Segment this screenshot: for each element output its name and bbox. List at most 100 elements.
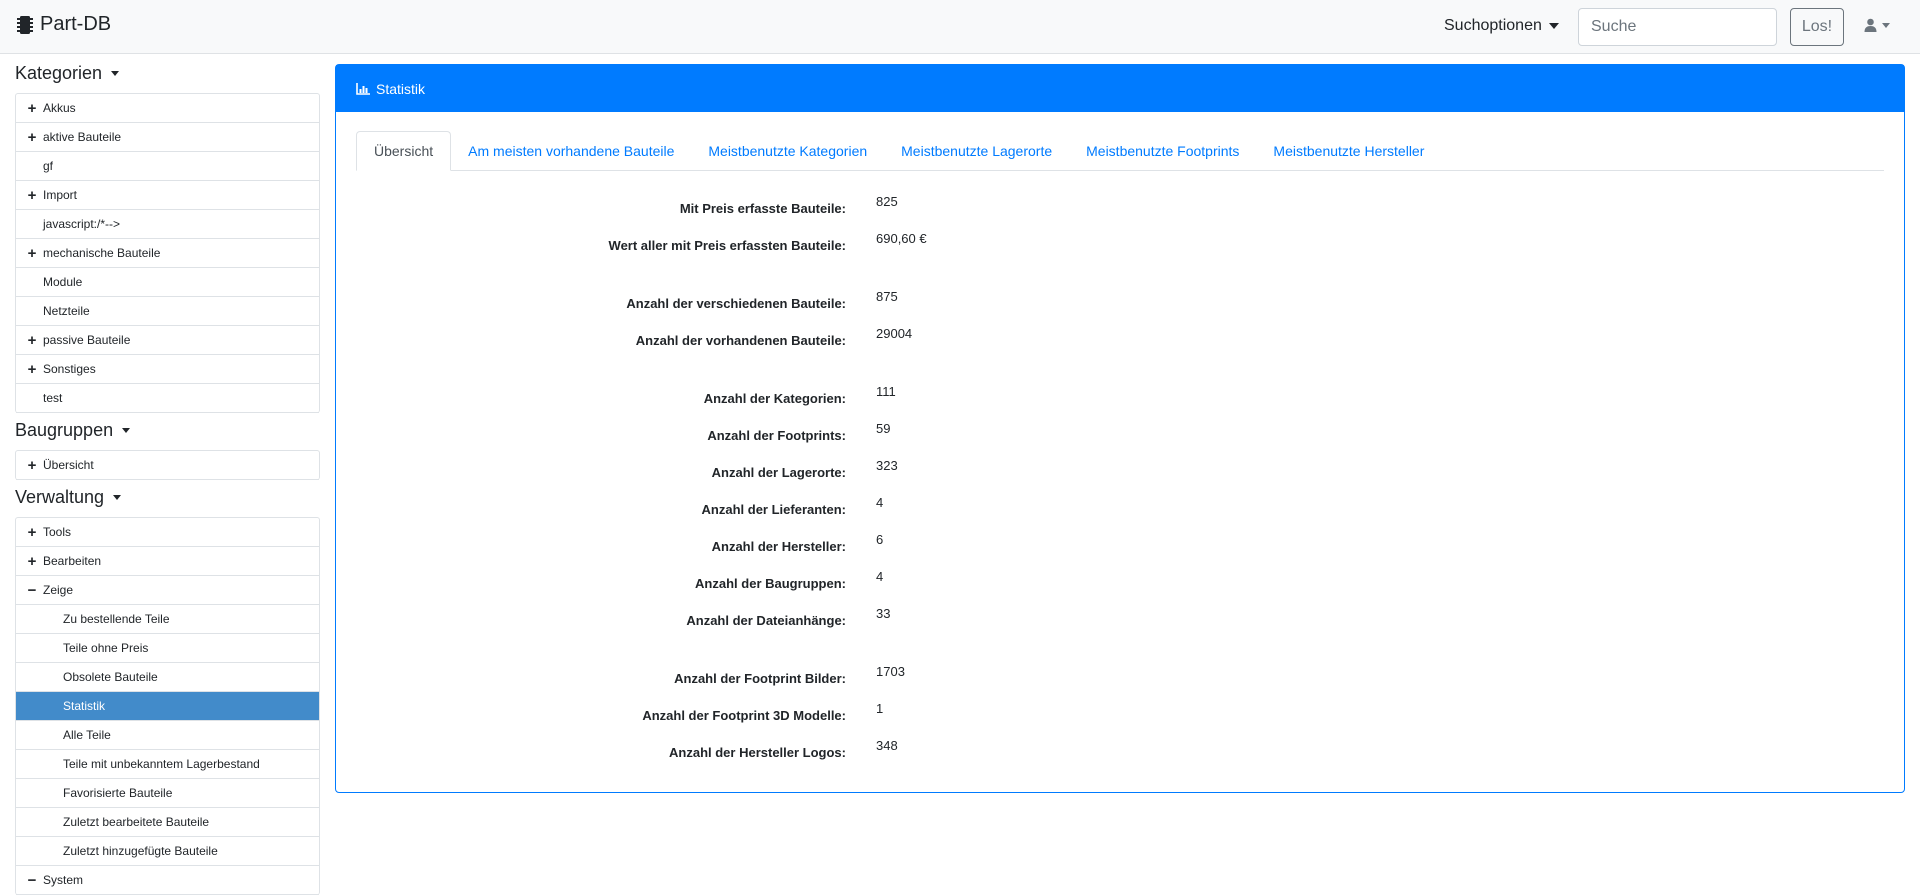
stat-value: 4 (876, 569, 884, 584)
brand-link[interactable]: Part-DB (16, 13, 111, 36)
tree-item-javascript[interactable]: javascript:/*--> (16, 210, 319, 239)
tree-item-label: Statistik (63, 699, 106, 713)
card-title: Statistik (376, 80, 426, 97)
tab-most-stocked-parts[interactable]: Am meisten vorhandene Bauteile (451, 131, 691, 171)
tree-item-label: aktive Bauteile (43, 130, 122, 144)
tree-item-label: Zuletzt bearbeitete Bauteile (63, 815, 210, 829)
tree-item-zuletzt-hinzugefuegt[interactable]: Zuletzt hinzugefügte Bauteile (16, 837, 319, 866)
tree-item-label: Favorisierte Bauteile (63, 786, 173, 800)
stat-label: Anzahl der Hersteller Logos: (669, 745, 846, 760)
caret-down-icon (1882, 22, 1890, 28)
search-submit-button[interactable]: Los! (1790, 8, 1844, 46)
caret-down-icon (1548, 23, 1559, 29)
tree-item-label: Tools (43, 525, 72, 539)
expand-icon[interactable]: + (26, 362, 38, 377)
stat-value: 875 (876, 289, 898, 304)
tree-item-netzteile[interactable]: Netzteile (16, 297, 319, 326)
user-menu-dropdown[interactable] (1864, 18, 1890, 32)
tree-item-label: Module (43, 275, 83, 289)
stat-label: Anzahl der vorhandenen Bauteile: (635, 333, 846, 348)
tree-item-sonstiges[interactable]: + Sonstiges (16, 355, 319, 384)
top-navbar: Part-DB Suchoptionen Los! (0, 0, 1920, 54)
administration-tree: + Tools + Bearbeiten − Zeige Zu bestellende… (15, 517, 320, 895)
stat-label: Anzahl der Footprint Bilder: (674, 671, 846, 686)
caret-down-icon (111, 71, 120, 76)
tree-item-obsolete-bauteile[interactable]: Obsolete Bauteile (16, 663, 319, 692)
user-icon (1864, 18, 1877, 32)
expand-icon[interactable]: + (26, 188, 38, 203)
tab-uebersicht[interactable]: Übersicht (356, 131, 452, 171)
stat-label: Anzahl der Hersteller: (711, 539, 846, 554)
tree-item-aktive-bauteile[interactable]: + aktive Bauteile (16, 123, 319, 152)
tree-item-passive-bauteile[interactable]: + passive Bauteile (16, 326, 319, 355)
tree-item-module[interactable]: Module (16, 268, 319, 297)
expand-icon[interactable]: + (26, 101, 38, 116)
tab-most-used-footprints[interactable]: Meistbenutzte Footprints (1069, 131, 1256, 171)
stat-label: Anzahl der Footprints: (707, 428, 846, 443)
stat-value: 825 (876, 194, 898, 209)
caret-down-icon (122, 428, 131, 433)
tree-item-label: passive Bauteile (43, 333, 131, 347)
tree-item-favorisierte-bauteile[interactable]: Favorisierte Bauteile (16, 779, 319, 808)
tree-item-mechanische-bauteile[interactable]: + mechanische Bauteile (16, 239, 319, 268)
tree-item-label: Akkus (43, 101, 76, 115)
tree-item-teile-ohne-preis[interactable]: Teile ohne Preis (16, 634, 319, 663)
tree-item-label: System (43, 873, 84, 887)
tab-most-used-manufacturers[interactable]: Meistbenutzte Hersteller (1256, 131, 1441, 171)
tab-most-used-storelocations[interactable]: Meistbenutzte Lagerorte (884, 131, 1069, 171)
tree-item-zu-bestellende-teile[interactable]: Zu bestellende Teile (16, 605, 319, 634)
tree-item-akkus[interactable]: + Akkus (16, 94, 319, 123)
stat-value: 348 (876, 738, 898, 753)
sidebar-section-administration[interactable]: Verwaltung (15, 487, 122, 508)
stat-label: Anzahl der verschiedenen Bauteile: (626, 296, 846, 311)
tree-item-label: Netzteile (43, 304, 90, 318)
sidebar-section-assemblies[interactable]: Baugruppen (15, 420, 131, 441)
expand-icon[interactable]: + (26, 525, 38, 540)
tree-item-test[interactable]: test (16, 384, 319, 413)
assemblies-tree: + Übersicht (15, 450, 320, 480)
stat-value: 690,60 € (876, 231, 927, 246)
tree-item-zeige[interactable]: − Zeige (16, 576, 319, 605)
collapse-icon[interactable]: − (26, 873, 38, 888)
tree-item-label: gf (43, 159, 54, 173)
card-header: Statistik (336, 65, 1904, 112)
section-title-label: Kategorien (15, 63, 103, 83)
tree-item-label: Import (43, 188, 78, 202)
collapse-icon[interactable]: − (26, 583, 38, 598)
tree-item-statistik[interactable]: Statistik (16, 692, 319, 721)
expand-icon[interactable]: + (26, 333, 38, 348)
tree-item-zuletzt-bearbeitet[interactable]: Zuletzt bearbeitete Bauteile (16, 808, 319, 837)
stat-value: 323 (876, 458, 898, 473)
stat-label: Anzahl der Kategorien: (703, 391, 846, 406)
sidebar-section-categories[interactable]: Kategorien (15, 63, 120, 84)
stat-label: Anzahl der Dateianhänge: (686, 613, 846, 628)
stat-value: 29004 (876, 326, 913, 341)
search-input[interactable] (1578, 8, 1777, 46)
stat-label: Anzahl der Lagerorte: (711, 465, 846, 480)
expand-icon[interactable]: + (26, 130, 38, 145)
tree-item-system[interactable]: − System (16, 866, 319, 895)
stat-label: Anzahl der Footprint 3D Modelle: (642, 708, 846, 723)
brand-name: Part-DB (40, 13, 112, 35)
tree-item-bearbeiten[interactable]: + Bearbeiten (16, 547, 319, 576)
expand-icon[interactable]: + (26, 246, 38, 261)
expand-icon[interactable]: + (26, 554, 38, 569)
tree-item-label: javascript:/*--> (43, 217, 121, 231)
tree-item-gf[interactable]: gf (16, 152, 319, 181)
search-options-dropdown[interactable]: Suchoptionen (1444, 17, 1559, 35)
tree-item-label: Obsolete Bauteile (63, 670, 158, 684)
tree-item-alle-teile[interactable]: Alle Teile (16, 721, 319, 750)
tree-item-unbekannter-lagerbestand[interactable]: Teile mit unbekanntem Lagerbestand (16, 750, 319, 779)
tree-item-tools[interactable]: + Tools (16, 518, 319, 547)
stat-value: 1 (876, 701, 884, 716)
section-title-label: Baugruppen (15, 420, 114, 440)
tree-item-import[interactable]: + Import (16, 181, 319, 210)
categories-tree: + Akkus + aktive Bauteile gf + Import javas… (15, 93, 320, 413)
tab-most-used-categories[interactable]: Meistbenutzte Kategorien (691, 131, 884, 171)
stat-label: Anzahl der Baugruppen: (695, 576, 846, 591)
tree-item-uebersicht[interactable]: + Übersicht (16, 451, 319, 480)
expand-icon[interactable]: + (26, 458, 38, 473)
stat-value: 33 (876, 606, 891, 621)
statistics-tabs: Übersicht Am meisten vorhandene Bauteile… (356, 131, 1884, 171)
stat-value: 59 (876, 421, 891, 436)
